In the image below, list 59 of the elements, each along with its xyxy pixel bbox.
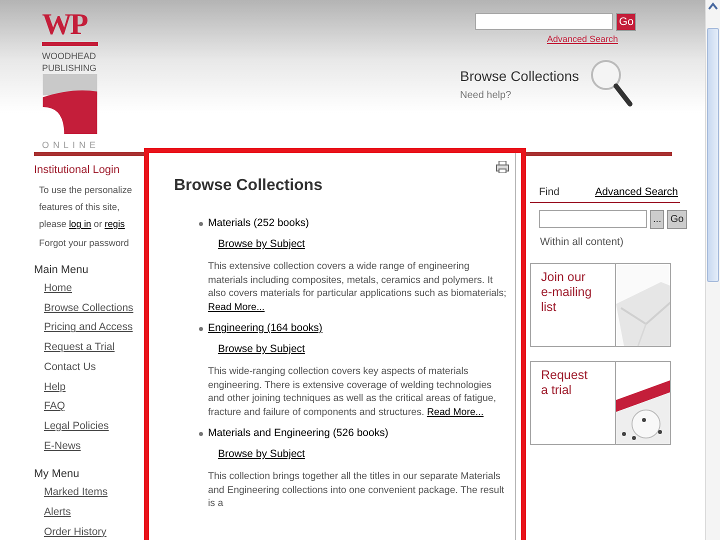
printer-icon[interactable] xyxy=(496,161,509,173)
collection-description: This extensive collection covers a wide range of engineering materials including composites, metals, ceramics and polymers. It also covers materials for particular applications such as biomaterials; Read More... xyxy=(208,260,507,314)
menu-link[interactable]: Legal Policies xyxy=(44,416,109,437)
collection-name: Materials (252 books) xyxy=(208,217,309,229)
collection-name: Materials and Engineering (526 books) xyxy=(208,427,388,439)
logo-bar xyxy=(42,42,98,46)
menu-link[interactable]: Marked Items xyxy=(44,483,108,504)
popup-title: Browse Collections xyxy=(174,177,322,195)
menu-title: My Menu xyxy=(34,468,80,480)
login-title: Institutional Login xyxy=(34,164,120,176)
go-button[interactable]: Go xyxy=(616,13,636,31)
promo-card[interactable]: Join our e-mailing list xyxy=(530,263,671,347)
scroll-up-icon[interactable] xyxy=(706,0,720,12)
menu-link[interactable]: Help xyxy=(44,378,66,398)
promo-text[interactable]: Request a trial xyxy=(531,362,614,444)
menu-link[interactable]: Order History xyxy=(44,522,106,540)
logo-graphic-icon xyxy=(42,74,98,134)
login-link[interactable]: regis xyxy=(104,219,125,229)
browse-button[interactable]: ... xyxy=(650,210,664,229)
search-field[interactable] xyxy=(475,13,613,30)
find-label: Find xyxy=(539,186,560,198)
section-title: Browse Collections xyxy=(460,68,580,84)
login-text: To use the personalize xyxy=(39,184,132,197)
login-text: Forgot your password xyxy=(39,237,129,250)
browse-by-subject-link[interactable]: Browse by Subject xyxy=(218,343,305,355)
login-text: features of this site, xyxy=(39,201,120,214)
login-text: please log in or regis xyxy=(39,218,125,231)
find-field[interactable] xyxy=(539,210,647,228)
logo-letters: WP xyxy=(42,10,86,40)
bullet-icon xyxy=(199,432,203,436)
promo-text[interactable]: Join our e-mailing list xyxy=(531,264,614,346)
menu-link[interactable]: FAQ xyxy=(44,397,66,417)
menu-link[interactable]: Pricing and Access xyxy=(44,318,133,338)
logo-text: PUBLISHING xyxy=(42,62,97,74)
menu-link[interactable]: Alerts xyxy=(44,503,71,523)
bullet-icon xyxy=(199,222,203,226)
menu-link[interactable]: E-News xyxy=(44,436,81,456)
browse-by-subject-link[interactable]: Browse by Subject xyxy=(218,238,305,250)
read-more-link[interactable]: Read More... xyxy=(208,302,265,312)
advanced-search-link[interactable]: Advanced Search xyxy=(595,186,678,198)
collection-description: This wide-ranging collection covers key aspects of materials engineering. There is extensive coverage of welding technologies and other joining techniques as well as the critical areas of fatigue, fracture and failure of components and structures. Read More... xyxy=(208,365,498,419)
go-button[interactable]: Go xyxy=(667,210,687,229)
bullet-icon xyxy=(199,327,203,331)
login-link[interactable]: log in xyxy=(68,219,92,229)
read-more-link[interactable]: Read More... xyxy=(426,406,484,418)
help-text: Need help? xyxy=(460,90,512,101)
browse-by-subject-link[interactable]: Browse by Subject xyxy=(218,448,305,460)
menu-link[interactable]: Browse Collections xyxy=(44,298,134,318)
scope-text: Within all content) xyxy=(540,236,624,248)
promo-card[interactable]: Request a trial xyxy=(530,361,671,445)
collection-description: This collection brings together all the titles in our separate Materials and Engineering collections into one convenient package. The result is a xyxy=(208,470,506,510)
advanced-search-link[interactable]: Advanced Search xyxy=(546,34,618,44)
logo-text: ONLINE xyxy=(42,140,100,150)
logo-text: WOODHEAD xyxy=(42,50,96,62)
menu-link[interactable]: Request a Trial xyxy=(44,338,115,358)
menu-link[interactable]: Home xyxy=(44,279,72,299)
menu-title: Main Menu xyxy=(34,264,88,276)
scroll-thumb[interactable] xyxy=(707,28,719,282)
collection-link[interactable]: Engineering (164 books) xyxy=(208,322,322,334)
